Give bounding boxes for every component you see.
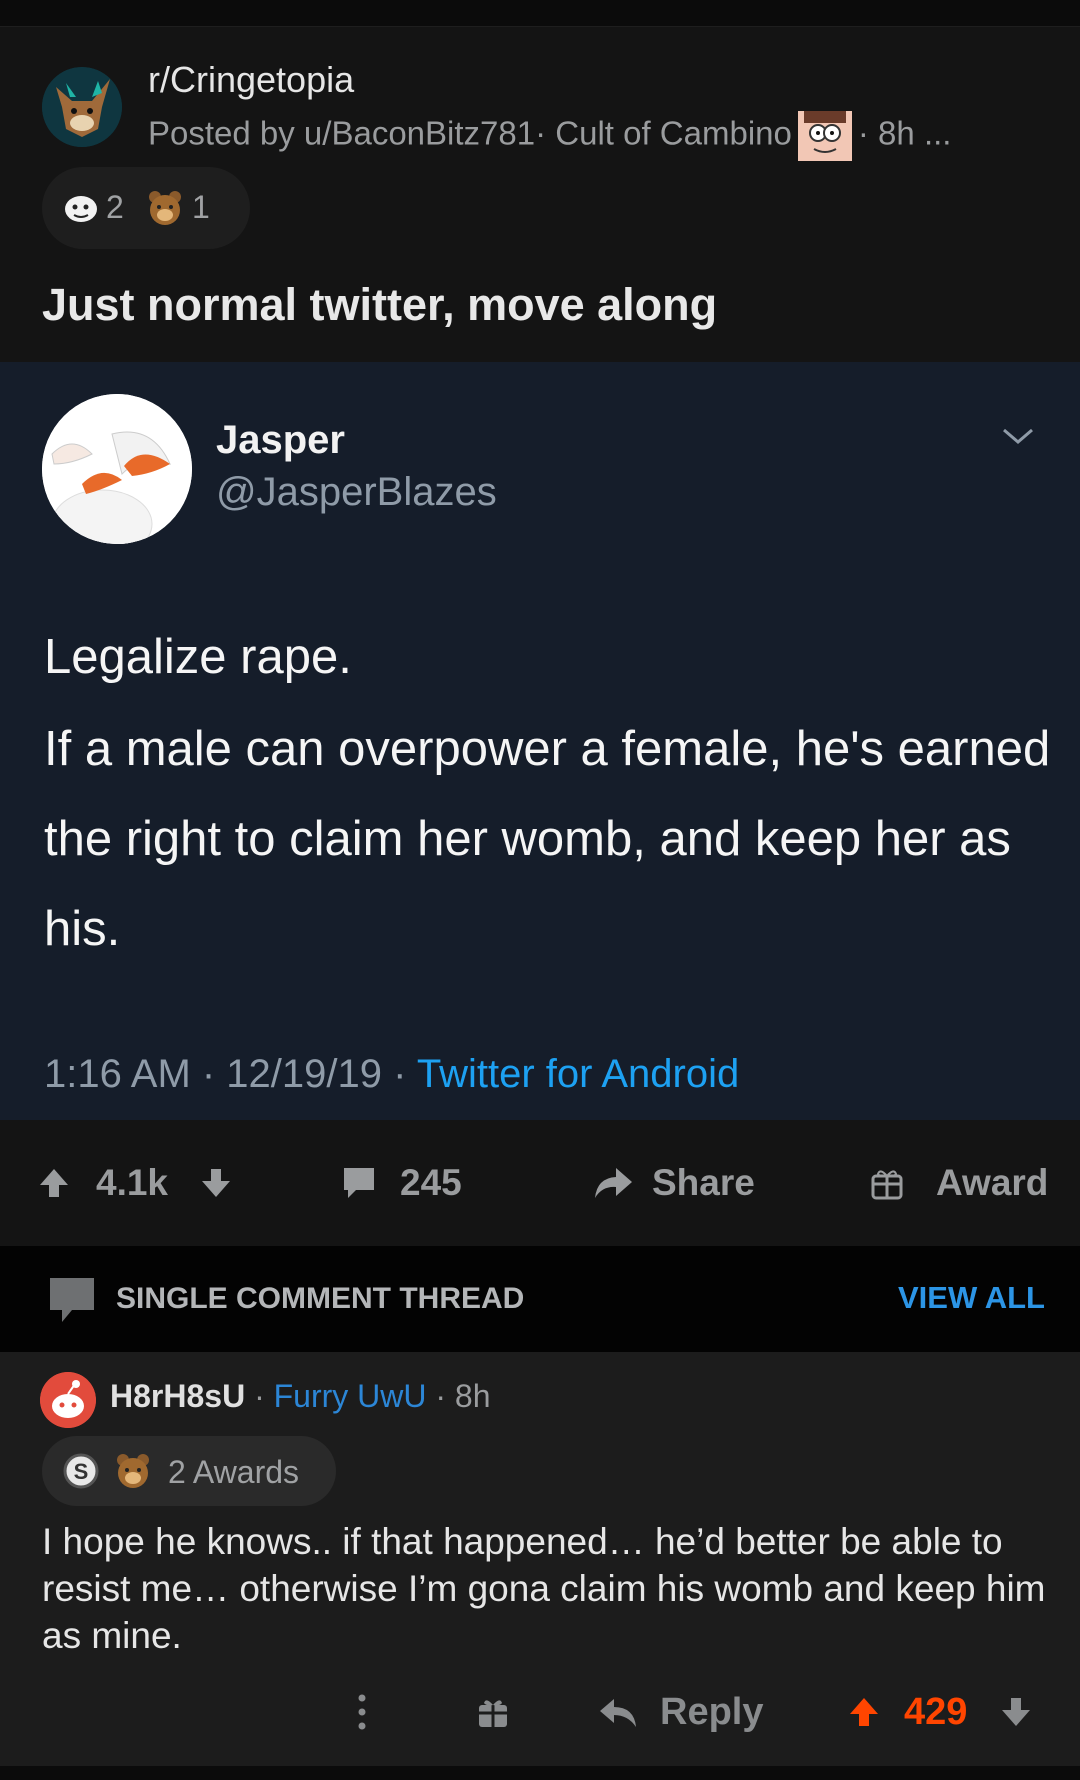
reply-button[interactable]: Reply (598, 1662, 763, 1762)
user-flair: Cult of Cambino (555, 114, 792, 152)
tweet-screenshot[interactable]: Jasper @JasperBlazes Legalize rape. If a… (0, 362, 1080, 1120)
bear-award-icon (146, 189, 184, 227)
comment-awards-count: 2 Awards (168, 1454, 300, 1490)
comments-button[interactable]: 245 (340, 1120, 462, 1246)
comment-downvote-button[interactable] (998, 1662, 1034, 1762)
tweet-footer: 1:16 AM · 12/19/19 · Twitter for Android (44, 1052, 739, 1097)
comment-count: 245 (400, 1162, 462, 1203)
gift-icon (871, 1170, 903, 1200)
comment-upvote-button[interactable] (846, 1662, 882, 1762)
comment-action-bar: Reply 429 (0, 1662, 1080, 1762)
upvote-button[interactable] (36, 1120, 72, 1246)
post-age: 8h (878, 114, 915, 152)
thread-comment-icon (46, 1274, 98, 1331)
post-header: r/Cringetopia Posted by u/BaconBitz781· … (0, 27, 1080, 362)
upvote-icon (40, 1169, 68, 1197)
comment-age: 8h (454, 1378, 491, 1414)
comment-vote-count: 429 (904, 1690, 968, 1733)
tweet-line-1: Legalize rape. (44, 630, 352, 684)
tweet-author-name: Jasper (216, 418, 345, 462)
more-vertical-icon (358, 1694, 366, 1730)
comment-username[interactable]: H8rH8sU (110, 1378, 245, 1414)
bear-award-count: 1 (192, 189, 210, 225)
status-bar (0, 0, 1080, 27)
tweet-text: Legalize rape. If a male can overpower a… (44, 612, 1054, 974)
post-vote-count: 4.1k (96, 1162, 169, 1203)
comment-user-flair: Furry UwU (273, 1378, 427, 1414)
post-awards[interactable]: 2 1 (42, 167, 250, 249)
commenter-avatar[interactable] (40, 1372, 96, 1428)
bottom-edge (0, 1766, 1080, 1780)
comment-award-button[interactable] (476, 1662, 510, 1762)
posted-by[interactable]: Posted by u/BaconBitz781 (148, 115, 535, 152)
ghost-award-count: 2 (106, 189, 124, 225)
tweet-line-2: If a male can overpower a female, he's e… (44, 722, 1051, 956)
reply-label: Reply (660, 1690, 764, 1733)
bear-award-icon (114, 1452, 152, 1490)
award-label: Award (936, 1162, 1049, 1203)
tweet-timestamp: 1:16 AM · 12/19/19 · (44, 1052, 407, 1096)
chevron-down-icon (1000, 424, 1036, 448)
post-meta: Posted by u/BaconBitz781· Cult of Cambin… (148, 111, 951, 161)
downvote-icon (1002, 1698, 1030, 1726)
comment-more-button[interactable] (356, 1662, 368, 1762)
upvote-icon (850, 1698, 878, 1726)
comment-body: I hope he knows.. if that happened… he’d… (42, 1521, 1046, 1656)
gift-icon (479, 1700, 507, 1727)
subreddit-avatar[interactable] (42, 67, 122, 147)
downvote-icon (202, 1169, 230, 1197)
share-button[interactable]: Share (592, 1120, 755, 1246)
thread-bar: SINGLE COMMENT THREAD VIEW ALL (0, 1246, 1080, 1352)
comment: H8rH8sU · Furry UwU · 8h S 2 Awards I ho… (0, 1352, 1080, 1766)
award-button[interactable]: Award (870, 1120, 1048, 1246)
share-label: Share (652, 1162, 755, 1203)
post-action-bar: 4.1k 245 Share Award (0, 1120, 1080, 1246)
reply-icon (600, 1699, 636, 1727)
comment-header: H8rH8sU · Furry UwU · 8h (110, 1378, 491, 1414)
silver-award-icon: S (62, 1452, 100, 1490)
tweet-avatar (42, 394, 192, 544)
tweet-author-handle: @JasperBlazes (216, 470, 497, 514)
ghost-award-icon (62, 189, 100, 227)
thread-label: SINGLE COMMENT THREAD (116, 1282, 525, 1315)
flair-face-icon (797, 111, 852, 161)
view-all-button[interactable]: VIEW ALL (898, 1280, 1045, 1316)
subreddit-name[interactable]: r/Cringetopia (148, 59, 354, 101)
share-icon (595, 1168, 632, 1198)
more-options[interactable]: ... (924, 115, 952, 152)
tweet-source: Twitter for Android (416, 1052, 740, 1096)
svg-text:S: S (74, 1459, 89, 1484)
comment-icon (344, 1168, 374, 1198)
comment-awards[interactable]: S 2 Awards (42, 1436, 336, 1506)
downvote-button[interactable] (198, 1120, 234, 1246)
post-title[interactable]: Just normal twitter, move along (42, 279, 717, 331)
